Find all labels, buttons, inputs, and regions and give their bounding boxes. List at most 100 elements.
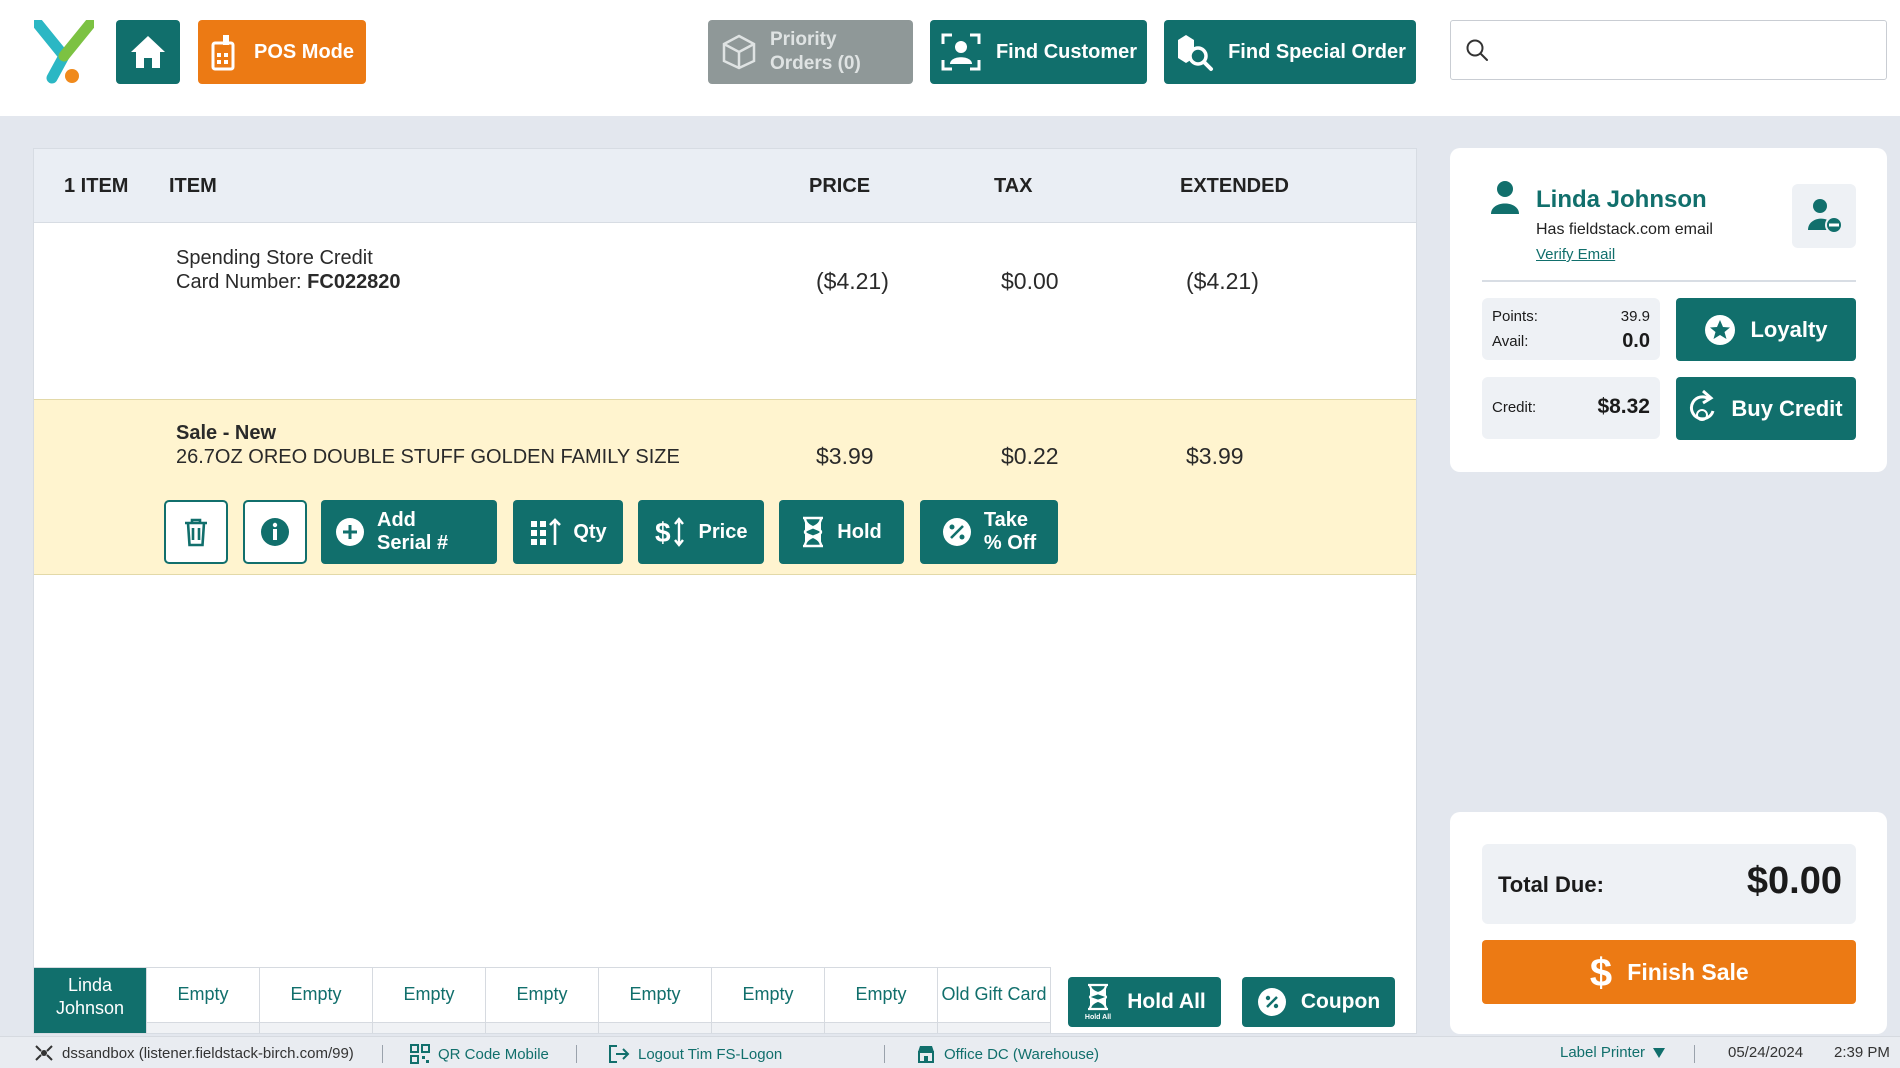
dollar-icon: $ bbox=[1590, 951, 1612, 994]
remove-customer-button[interactable] bbox=[1792, 184, 1856, 248]
store-icon bbox=[918, 1046, 934, 1063]
coupon-button[interactable]: Coupon bbox=[1242, 977, 1395, 1027]
total-due-label: Total Due: bbox=[1498, 872, 1604, 897]
item-column-header: ITEM bbox=[169, 175, 217, 197]
find-order-icon bbox=[1178, 35, 1214, 71]
priority-orders-line2: Orders (0) bbox=[770, 53, 861, 74]
find-special-order-label: Find Special Order bbox=[1228, 40, 1406, 63]
hourglass-icon bbox=[803, 516, 824, 548]
sale-tab-empty[interactable]: Empty bbox=[147, 967, 260, 1033]
hold-all-label: Hold All bbox=[1127, 990, 1206, 1013]
loyalty-button[interactable]: Loyalty bbox=[1676, 298, 1856, 361]
search-icon bbox=[1466, 39, 1488, 61]
tax-column-header: TAX bbox=[994, 175, 1033, 197]
qty-label: Qty bbox=[573, 520, 607, 543]
row-tax: $0.00 bbox=[1001, 268, 1059, 294]
finish-sale-button[interactable]: $ Finish Sale bbox=[1482, 940, 1856, 1004]
environment-info: dssandbox (listener.fieldstack-birch.com… bbox=[34, 1044, 354, 1062]
qr-code-mobile-link[interactable]: QR Code Mobile bbox=[410, 1044, 549, 1064]
price-column-header: PRICE bbox=[809, 175, 871, 197]
pos-terminal-icon bbox=[211, 35, 235, 71]
info-icon bbox=[261, 518, 289, 546]
coupon-label: Coupon bbox=[1300, 990, 1381, 1013]
row-extended: ($4.21) bbox=[1186, 268, 1259, 294]
svg-text:$: $ bbox=[1590, 951, 1612, 994]
sale-tab-empty[interactable]: Empty bbox=[712, 967, 825, 1033]
sale-tab-linda-johnson[interactable]: Linda Johnson bbox=[34, 967, 147, 1033]
pos-mode-label: POS Mode bbox=[253, 40, 354, 63]
location-link[interactable]: Office DC (Warehouse) bbox=[916, 1044, 1099, 1064]
tab-label-line2: Johnson bbox=[55, 998, 125, 1019]
sale-tab-empty[interactable]: Empty bbox=[825, 967, 938, 1033]
printer-select[interactable]: Label Printer bbox=[1560, 1044, 1666, 1061]
tab-label-line1: Linda bbox=[67, 975, 113, 995]
svg-text:$: $ bbox=[655, 517, 671, 548]
status-bar: dssandbox (listener.fieldstack-birch.com… bbox=[0, 1036, 1900, 1068]
price-label: Price bbox=[698, 520, 748, 543]
credit-label: Credit: bbox=[1492, 399, 1537, 416]
dropdown-icon bbox=[1653, 1047, 1666, 1058]
total-due-value: $0.00 bbox=[1746, 860, 1842, 902]
network-icon bbox=[35, 1045, 53, 1061]
remove-user-icon bbox=[1808, 199, 1843, 234]
home-button[interactable] bbox=[116, 20, 180, 84]
sale-tab-empty[interactable]: Empty bbox=[599, 967, 712, 1033]
customer-name[interactable]: Linda Johnson bbox=[1536, 186, 1707, 214]
hold-label: Hold bbox=[837, 520, 882, 543]
qty-icon bbox=[531, 518, 562, 545]
hold-all-icon-caption: Hold All bbox=[1085, 1014, 1111, 1021]
qr-code-label: QR Code Mobile bbox=[438, 1045, 549, 1063]
points-box: Points: 39.9 Avail: 0.0 bbox=[1482, 298, 1660, 360]
sale-tab-old-gift-card[interactable]: Old Gift Card bbox=[938, 967, 1051, 1033]
row-sale-type: Sale - New bbox=[176, 422, 277, 444]
delete-item-button[interactable] bbox=[164, 500, 228, 564]
priority-orders-button[interactable]: Priority Orders (0) bbox=[708, 20, 913, 84]
find-customer-button[interactable]: Find Customer bbox=[930, 20, 1147, 84]
status-separator bbox=[884, 1045, 885, 1063]
find-special-order-button[interactable]: Find Special Order bbox=[1164, 20, 1416, 84]
total-panel: Total Due: $0.00 $ Finish Sale bbox=[1450, 812, 1887, 1034]
qty-button[interactable]: Qty bbox=[513, 500, 623, 564]
home-icon bbox=[131, 36, 165, 68]
status-separator bbox=[576, 1045, 577, 1063]
take-off-line2: % Off bbox=[983, 532, 1037, 554]
plus-circle-icon bbox=[336, 518, 364, 546]
logout-icon bbox=[609, 1045, 630, 1063]
card-number-label: Card Number: bbox=[176, 271, 308, 293]
divider bbox=[1482, 280, 1856, 282]
search-input[interactable] bbox=[1499, 38, 1879, 62]
verify-email-link[interactable]: Verify Email bbox=[1536, 246, 1615, 263]
points-value: 39.9 bbox=[1620, 308, 1650, 325]
cart-header: 1 ITEM ITEM PRICE TAX EXTENDED bbox=[34, 149, 1416, 223]
customer-panel: Linda Johnson Has fieldstack.com email V… bbox=[1450, 148, 1887, 472]
row-description: 26.7OZ OREO DOUBLE STUFF GOLDEN FAMILY S… bbox=[176, 446, 680, 468]
item-info-button[interactable] bbox=[243, 500, 307, 564]
logout-label: Logout Tim FS-Logon bbox=[638, 1045, 783, 1063]
cart-row-selected[interactable]: Sale - New 26.7OZ OREO DOUBLE STUFF GOLD… bbox=[34, 399, 1416, 575]
buy-credit-button[interactable]: Buy Credit bbox=[1676, 377, 1856, 440]
take-percent-off-button[interactable]: Take% Off bbox=[920, 500, 1058, 564]
cart-panel: 1 ITEM ITEM PRICE TAX EXTENDED Spending … bbox=[33, 148, 1417, 1034]
row-title: Spending Store Credit bbox=[176, 247, 373, 269]
sale-tab-empty[interactable]: Empty bbox=[373, 967, 486, 1033]
add-serial-button[interactable]: Add Serial # bbox=[321, 500, 497, 564]
row-price: $3.99 bbox=[816, 443, 874, 469]
logout-link[interactable]: Logout Tim FS-Logon bbox=[608, 1044, 782, 1064]
sale-tab-empty[interactable]: Empty bbox=[486, 967, 599, 1033]
pos-mode-button[interactable]: POS Mode bbox=[198, 20, 366, 84]
star-icon bbox=[1705, 314, 1736, 345]
card-number-value: FC022820 bbox=[307, 271, 401, 293]
price-button[interactable]: $ Price bbox=[638, 500, 764, 564]
hourglass-icon: Hold All bbox=[1085, 983, 1111, 1021]
priority-orders-line1: Priority bbox=[770, 29, 837, 51]
sale-tab-empty[interactable]: Empty bbox=[260, 967, 373, 1033]
avail-label: Avail: bbox=[1492, 333, 1529, 350]
hold-button[interactable]: Hold bbox=[779, 500, 904, 564]
find-customer-label: Find Customer bbox=[995, 40, 1138, 63]
printer-label: Label Printer bbox=[1560, 1044, 1646, 1061]
refresh-credit-icon bbox=[1690, 389, 1715, 421]
hold-all-button[interactable]: Hold All Hold All bbox=[1068, 977, 1221, 1027]
search-box[interactable] bbox=[1450, 20, 1887, 80]
extended-column-header: EXTENDED bbox=[1180, 175, 1289, 197]
cart-row[interactable]: Spending Store Credit Card Number: FC022… bbox=[34, 224, 1416, 399]
